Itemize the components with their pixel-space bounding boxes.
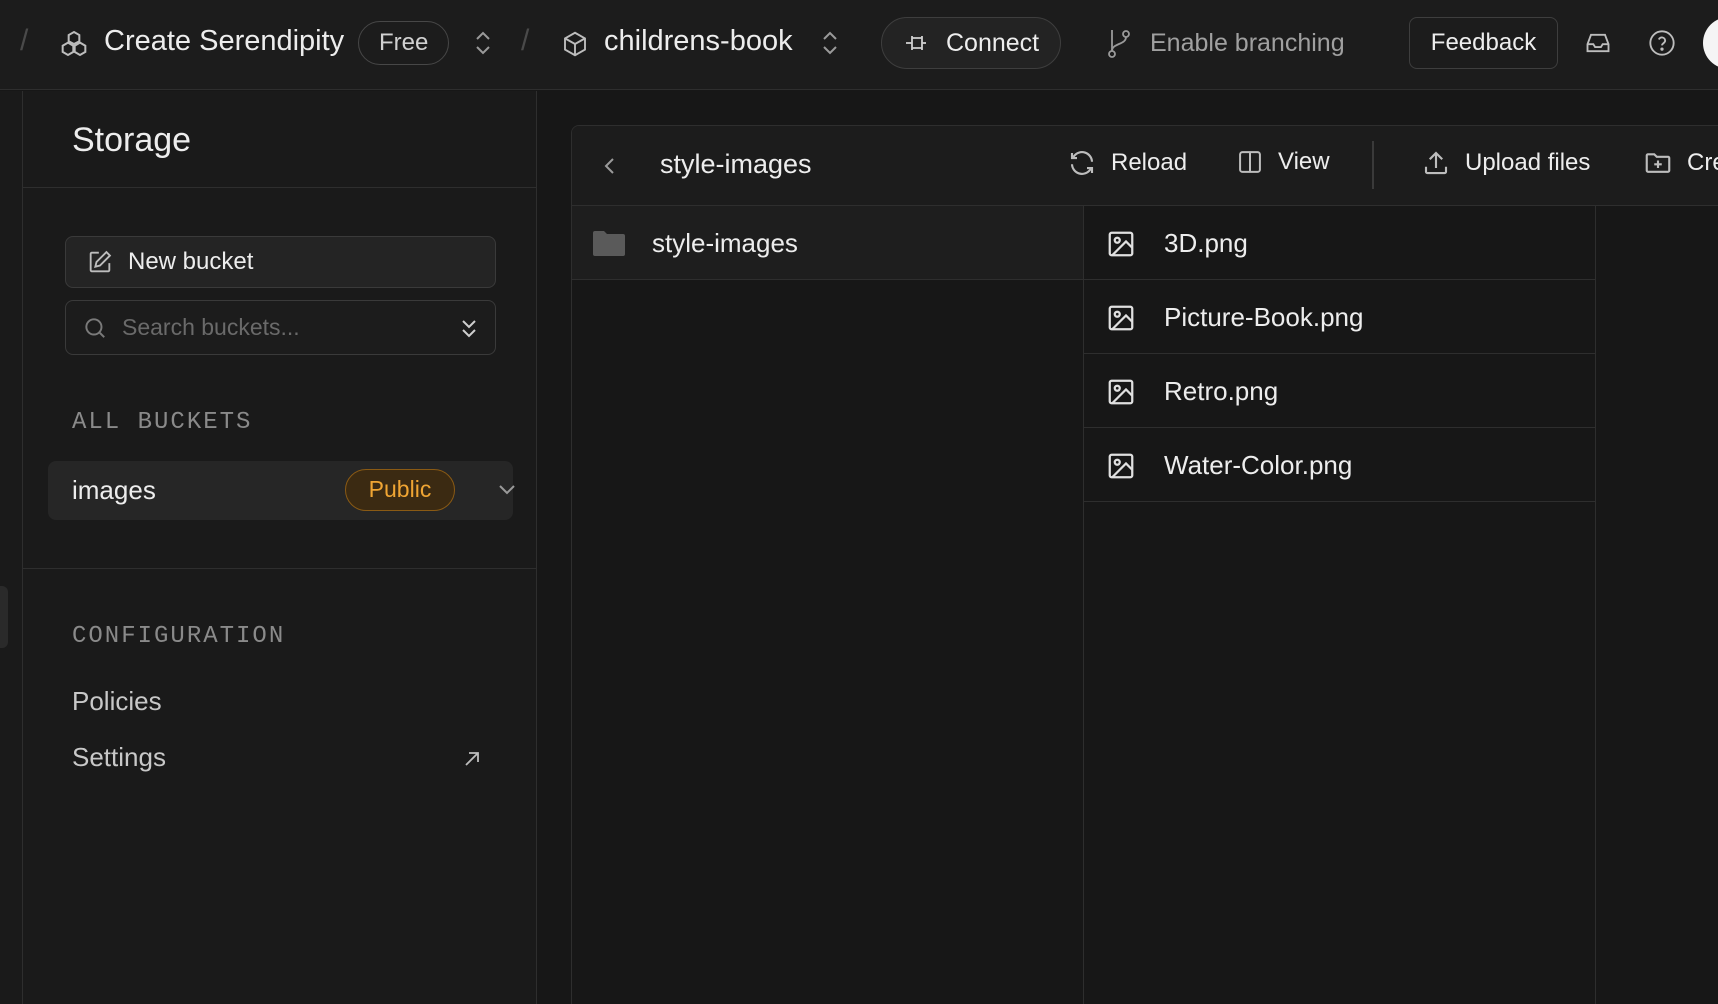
search-buckets-field — [65, 300, 496, 355]
image-file-icon — [1108, 231, 1134, 257]
list-item-folder[interactable]: style-images — [572, 206, 1083, 280]
folder-column: style-images — [572, 206, 1084, 1004]
feedback-button[interactable]: Feedback — [1409, 17, 1558, 69]
file-column: 3D.png Picture-Book.png Retro.png Water-… — [1084, 206, 1596, 1004]
refresh-icon — [1070, 151, 1094, 175]
breadcrumb-separator: / — [521, 24, 530, 57]
folder-name: style-images — [652, 228, 798, 258]
folder-plus-icon — [1645, 153, 1671, 173]
external-link-icon — [465, 752, 479, 766]
top-bar: / Create Serendipity Free / childrens-bo… — [0, 0, 1718, 90]
chevron-left-icon[interactable] — [600, 154, 620, 178]
current-folder-title: style-images — [660, 149, 812, 179]
plug-icon — [906, 36, 926, 50]
search-buckets-input[interactable] — [122, 314, 442, 341]
reload-label: Reload — [1111, 149, 1188, 176]
create-folder-label: Cre — [1687, 149, 1718, 176]
image-file-icon — [1108, 379, 1134, 405]
inbox-icon[interactable] — [1584, 29, 1612, 57]
project-box-icon — [564, 31, 586, 57]
toolbar-divider — [1372, 141, 1374, 189]
new-bucket-button[interactable]: New bucket — [65, 236, 496, 288]
bucket-item-images[interactable]: images Public — [48, 461, 515, 520]
list-item-file[interactable]: Picture-Book.png — [1084, 280, 1595, 354]
divider — [23, 568, 537, 569]
edit-icon — [89, 250, 112, 273]
image-file-icon — [1108, 453, 1134, 479]
file-explorer: style-images Reload View Upload files Cr… — [571, 125, 1718, 1004]
project-switcher-chevrons-icon[interactable] — [818, 27, 842, 59]
upload-icon — [1424, 151, 1448, 175]
nav-rail — [0, 91, 23, 1004]
enable-branching-button[interactable]: Enable branching — [1106, 26, 1345, 60]
git-branch-icon — [1108, 30, 1130, 58]
chevron-down-icon[interactable] — [496, 481, 518, 499]
help-icon[interactable] — [1648, 29, 1676, 57]
reload-button[interactable]: Reload — [1067, 148, 1187, 178]
file-name: Water-Color.png — [1164, 450, 1353, 480]
avatar[interactable] — [1703, 17, 1718, 69]
connect-label: Connect — [946, 28, 1040, 57]
public-badge: Public — [345, 469, 455, 511]
columns-icon — [1239, 151, 1261, 173]
search-icon — [85, 317, 105, 338]
plan-badge: Free — [358, 21, 450, 65]
bucket-name: images — [72, 475, 156, 505]
sidebar-item-settings[interactable]: Settings — [72, 742, 166, 773]
image-file-icon — [1108, 305, 1134, 331]
list-item-file[interactable]: Retro.png — [1084, 354, 1595, 428]
connect-button[interactable]: Connect — [881, 17, 1061, 69]
upload-files-button[interactable]: Upload files — [1421, 148, 1590, 178]
new-bucket-label: New bucket — [128, 248, 254, 275]
file-name: 3D.png — [1164, 228, 1248, 258]
organization-icon — [61, 30, 87, 57]
create-folder-button[interactable]: Cre — [1643, 148, 1718, 178]
enable-branching-label: Enable branching — [1150, 28, 1345, 57]
project-name[interactable]: childrens-book — [604, 25, 793, 58]
all-buckets-heading: ALL BUCKETS — [72, 409, 253, 436]
view-label: View — [1278, 148, 1330, 175]
storage-sidebar: Storage New bucket ALL BUCKETS images Pu… — [23, 91, 537, 1004]
sidebar-title: Storage — [72, 121, 192, 159]
sidebar-item-policies[interactable]: Policies — [72, 686, 162, 717]
file-name: Picture-Book.png — [1164, 302, 1364, 332]
configuration-heading: CONFIGURATION — [72, 623, 286, 650]
nav-rail-handle[interactable] — [0, 586, 8, 648]
breadcrumb-separator: / — [20, 24, 29, 57]
list-item-file[interactable]: 3D.png — [1084, 206, 1595, 280]
upload-files-label: Upload files — [1465, 149, 1591, 176]
folder-icon — [593, 231, 625, 256]
file-name: Retro.png — [1164, 376, 1279, 406]
explorer-header: style-images Reload View Upload files Cr — [572, 126, 1718, 206]
organization-name[interactable]: Create Serendipity — [104, 25, 344, 58]
org-switcher-chevrons-icon[interactable] — [471, 27, 495, 59]
list-item-file[interactable]: Water-Color.png — [1084, 428, 1595, 502]
sort-chevrons-icon[interactable] — [457, 315, 481, 343]
divider — [23, 187, 537, 188]
view-button[interactable]: View — [1236, 148, 1330, 176]
